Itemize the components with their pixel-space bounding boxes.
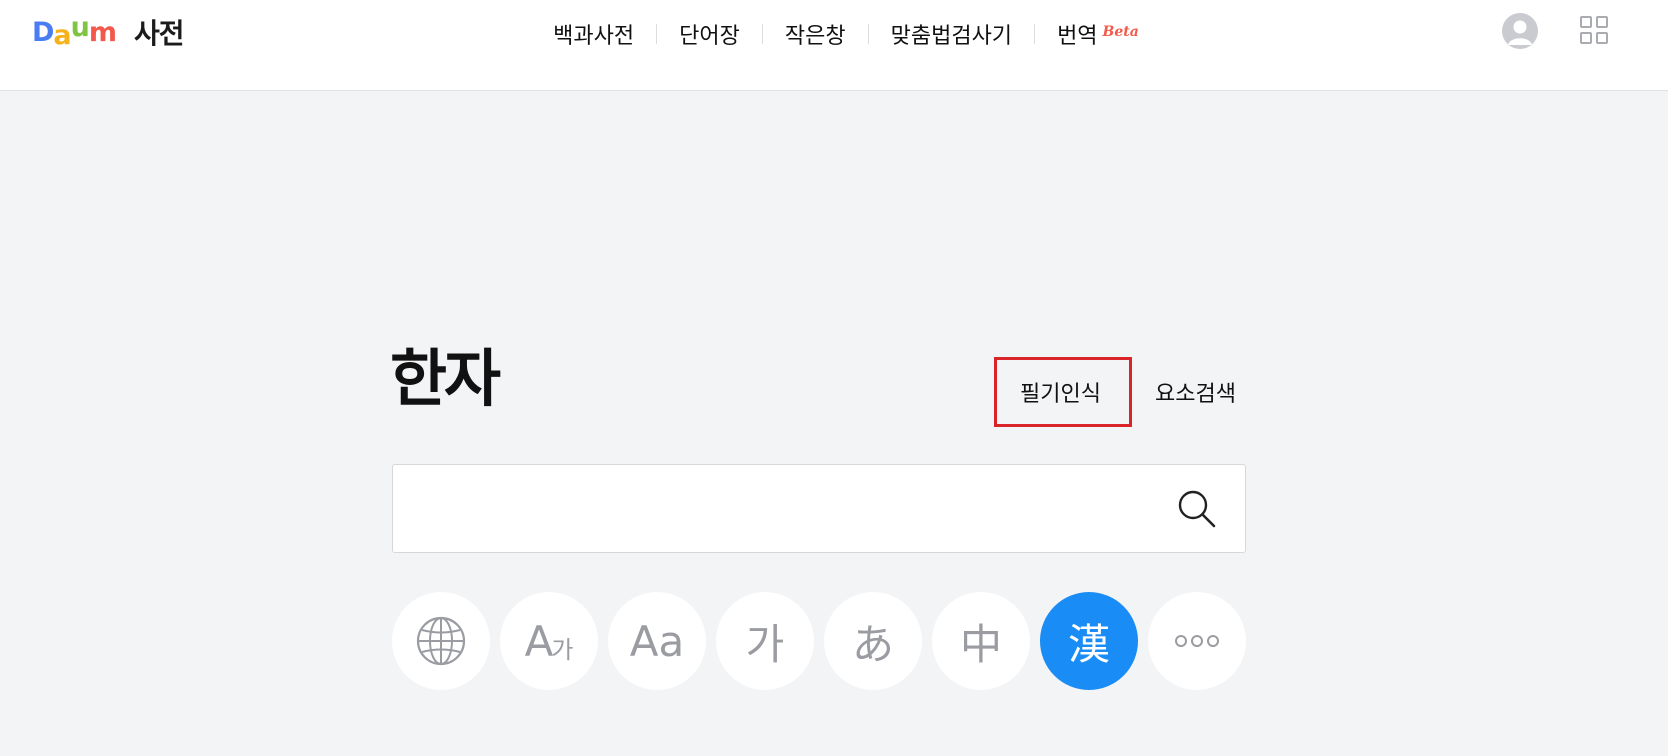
nav-translate[interactable]: 번역 Beta — [1035, 18, 1161, 50]
search-box — [392, 464, 1246, 553]
english-korean-dictionary-button[interactable]: A가 — [500, 592, 598, 690]
nav-mini-window[interactable]: 작은창 — [763, 18, 868, 50]
hanja-label: 漢 — [1067, 619, 1110, 669]
chinese-label: 中 — [959, 619, 1002, 669]
search-input[interactable] — [409, 483, 1149, 535]
japanese-label: あ — [851, 619, 894, 669]
english-dictionary-button[interactable]: Aa — [608, 592, 706, 690]
nav-translate-label: 번역 — [1057, 24, 1098, 49]
beta-badge: Beta — [1102, 24, 1139, 40]
nav-wordbook[interactable]: 단어장 — [657, 18, 762, 50]
handwriting-recognition-link[interactable]: 필기인식 — [1020, 376, 1101, 408]
page-title: 한자 — [390, 342, 501, 415]
user-avatar-icon[interactable] — [1502, 13, 1538, 49]
more-icon — [1175, 635, 1219, 647]
top-nav: 백과사전 단어장 작은창 맞춤법검사기 번역 Beta — [0, 14, 1668, 54]
english-label: Aa — [629, 616, 685, 666]
more-dictionaries-button[interactable] — [1148, 592, 1246, 690]
globe-icon — [416, 616, 466, 666]
apps-grid-icon[interactable] — [1580, 16, 1608, 44]
english-korean-label: A — [524, 616, 554, 666]
english-korean-sub-label: 가 — [551, 635, 574, 664]
apps-grid-graphic — [1580, 16, 1608, 44]
user-avatar-graphic — [1508, 20, 1532, 45]
nav-encyclopedia[interactable]: 백과사전 — [531, 18, 656, 50]
search-icon-graphic — [1178, 490, 1216, 528]
top-header: D a u m 사전 백과사전 단어장 작은창 맞춤법검사기 번역 Beta — [0, 0, 1668, 91]
chinese-dictionary-button[interactable]: 中 — [932, 592, 1030, 690]
korean-label: 가 — [745, 619, 785, 669]
korean-dictionary-button[interactable]: 가 — [716, 592, 814, 690]
search-icon[interactable] — [1175, 487, 1219, 531]
dictionary-selector: A가 Aa 가 あ 中 漢 — [392, 592, 1246, 690]
hanja-dictionary-button[interactable]: 漢 — [1040, 592, 1138, 690]
nav-spell-checker[interactable]: 맞춤법검사기 — [869, 18, 1034, 50]
all-dictionary-button[interactable] — [392, 592, 490, 690]
japanese-dictionary-button[interactable]: あ — [824, 592, 922, 690]
component-search-link[interactable]: 요소검색 — [1155, 376, 1236, 408]
